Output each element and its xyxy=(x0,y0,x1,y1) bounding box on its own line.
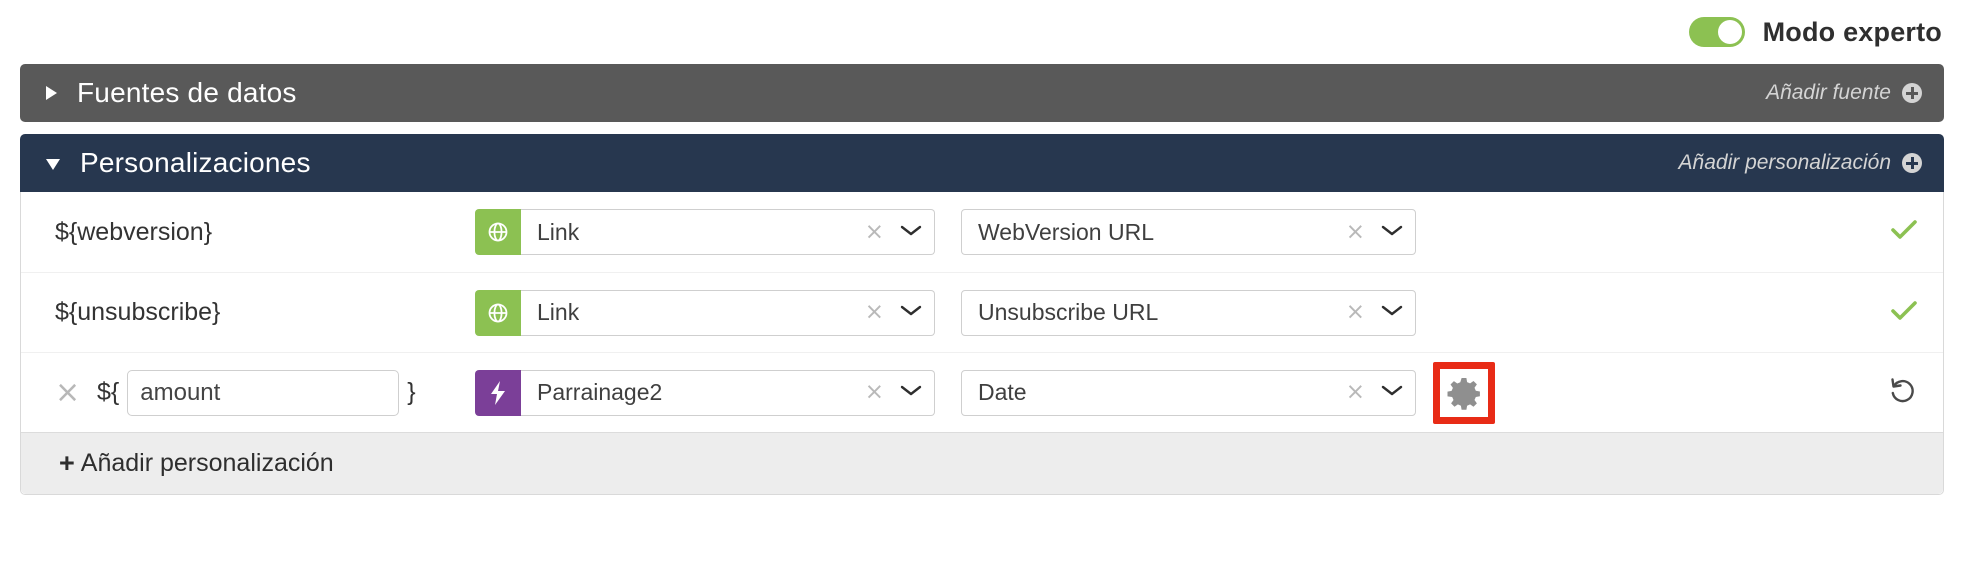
type-select-webversion[interactable]: Link × xyxy=(475,209,935,255)
add-personalization-footer-label: Añadir personalización xyxy=(80,449,334,477)
expert-mode-bar: Modo experto xyxy=(0,0,1964,64)
table-row: ${unsubscribe} Link × Unsubscribe URL × xyxy=(21,272,1943,352)
data-sources-title: Fuentes de datos xyxy=(77,77,297,108)
gear-slot xyxy=(1416,361,1512,424)
field-value: Unsubscribe URL xyxy=(978,299,1159,325)
clear-x-icon[interactable]: × xyxy=(1346,301,1365,324)
variable-name-input[interactable] xyxy=(127,369,400,416)
personalizations-panel: Personalizaciones Añadir personalización… xyxy=(20,134,1944,495)
variable-prefix: ${ xyxy=(97,378,120,406)
chevron-down-icon[interactable] xyxy=(1379,222,1405,243)
field-select-control[interactable]: WebVersion URL × xyxy=(961,209,1416,255)
data-sources-header[interactable]: Fuentes de datos Añadir fuente xyxy=(20,64,1944,122)
globe-icon xyxy=(475,289,521,336)
chevron-down-icon[interactable] xyxy=(898,302,924,323)
variable-name-editable: × ${ } xyxy=(55,369,475,416)
row-status xyxy=(1799,217,1919,247)
caret-right-icon[interactable] xyxy=(46,86,57,100)
type-select-control[interactable]: Parrainage2 × xyxy=(521,369,935,416)
type-select-control[interactable]: Link × xyxy=(521,289,935,336)
personalizations-header[interactable]: Personalizaciones Añadir personalización xyxy=(20,134,1944,192)
plus-circle-icon xyxy=(1902,83,1922,103)
caret-down-icon[interactable] xyxy=(46,159,60,170)
field-value: WebVersion URL xyxy=(978,218,1154,245)
variable-name: ${unsubscribe} xyxy=(55,298,221,326)
clear-x-icon[interactable]: × xyxy=(865,301,884,324)
type-value: Link xyxy=(537,299,580,325)
delete-row-icon[interactable]: × xyxy=(55,377,81,408)
table-row: × ${ } Parrainage2 × xyxy=(21,352,1943,432)
add-personalization-footer-button[interactable]: + Añadir personalización xyxy=(21,432,1943,494)
field-select-control[interactable]: Unsubscribe URL × xyxy=(961,289,1416,336)
personalizations-title: Personalizaciones xyxy=(80,147,311,178)
clear-x-icon[interactable]: × xyxy=(1346,381,1365,404)
clear-x-icon[interactable]: × xyxy=(865,220,884,244)
expert-mode-toggle[interactable] xyxy=(1688,17,1745,47)
gear-icon xyxy=(1440,368,1488,417)
lightning-bolt-icon xyxy=(475,369,521,416)
plus-icon: + xyxy=(59,448,75,478)
variable-name: ${webversion} xyxy=(55,217,213,246)
expert-mode-label: Modo experto xyxy=(1762,16,1942,47)
field-select-amount[interactable]: Date × xyxy=(961,369,1416,416)
reset-icon[interactable] xyxy=(1887,374,1919,411)
globe-icon xyxy=(475,209,521,255)
add-personalization-label: Añadir personalización xyxy=(1678,151,1891,174)
field-select-unsubscribe[interactable]: Unsubscribe URL × xyxy=(961,289,1416,336)
table-row: ${webversion} Link × WebVersion URL × xyxy=(21,192,1943,272)
field-select-webversion[interactable]: WebVersion URL × xyxy=(961,209,1416,255)
add-source-label: Añadir fuente xyxy=(1766,81,1891,104)
plus-circle-icon xyxy=(1902,153,1922,173)
data-sources-panel: Fuentes de datos Añadir fuente xyxy=(20,64,1944,122)
personalization-editor-page: Modo experto Fuentes de datos Añadir fue… xyxy=(0,0,1964,564)
type-select-control[interactable]: Link × xyxy=(521,209,935,255)
check-icon xyxy=(1889,217,1919,247)
personalizations-list: ${webversion} Link × WebVersion URL × ${… xyxy=(20,192,1944,495)
type-value: Link xyxy=(537,218,580,245)
field-value: Date xyxy=(978,379,1027,405)
row-status xyxy=(1799,374,1919,411)
add-source-button[interactable]: Añadir fuente xyxy=(1766,81,1922,105)
chevron-down-icon[interactable] xyxy=(898,222,924,243)
check-icon xyxy=(1889,298,1919,328)
row-status xyxy=(1799,298,1919,328)
chevron-down-icon[interactable] xyxy=(1379,302,1405,323)
chevron-down-icon[interactable] xyxy=(898,382,924,403)
variable-suffix: } xyxy=(407,378,416,406)
gear-settings-button[interactable] xyxy=(1433,361,1495,424)
type-value: Parrainage2 xyxy=(537,379,663,405)
chevron-down-icon[interactable] xyxy=(1379,382,1405,403)
type-select-unsubscribe[interactable]: Link × xyxy=(475,289,935,336)
clear-x-icon[interactable]: × xyxy=(865,381,884,404)
toggle-knob xyxy=(1717,20,1742,44)
add-personalization-button[interactable]: Añadir personalización xyxy=(1679,151,1922,175)
field-select-control[interactable]: Date × xyxy=(961,369,1416,416)
clear-x-icon[interactable]: × xyxy=(1346,220,1365,244)
type-select-amount[interactable]: Parrainage2 × xyxy=(475,369,935,416)
